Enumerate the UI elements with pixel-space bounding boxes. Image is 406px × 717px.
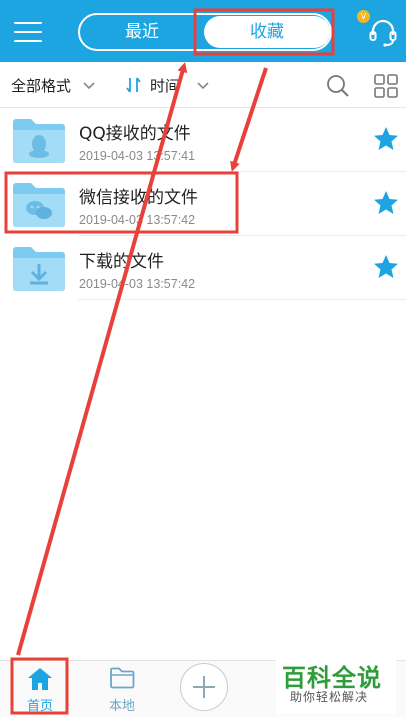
tab-recent[interactable]: 最近 — [80, 15, 204, 49]
file-date: 2019-04-03 13:57:42 — [79, 277, 196, 291]
folder-icon — [110, 667, 135, 689]
grid-view-icon[interactable] — [374, 74, 398, 98]
star-icon[interactable] — [372, 253, 400, 281]
add-button[interactable] — [180, 663, 228, 711]
download-folder-icon — [13, 247, 65, 291]
file-date: 2019-04-03 13:57:41 — [79, 149, 196, 163]
wechat-folder-icon — [13, 183, 65, 227]
qq-folder-icon — [13, 119, 65, 163]
tab-favorites[interactable]: 收藏 — [204, 16, 330, 48]
menu-icon[interactable] — [14, 22, 42, 42]
watermark: 百科全说 助你轻松解决 — [276, 656, 396, 714]
star-icon[interactable] — [372, 125, 400, 153]
chevron-down-icon — [197, 82, 209, 90]
watermark-subtitle: 助你轻松解决 — [290, 690, 369, 704]
file-date: 2019-04-03 13:57:42 — [79, 213, 196, 227]
list-item[interactable]: 微信接收的文件 2019-04-03 13:57:42 — [0, 172, 406, 236]
file-name: QQ接收的文件 — [79, 124, 191, 144]
search-icon[interactable] — [326, 74, 350, 98]
sort-icon[interactable] — [124, 75, 144, 95]
nav-home[interactable]: 首页 — [8, 661, 72, 717]
headset-icon[interactable] — [366, 16, 400, 50]
nav-home-label: 首页 — [26, 699, 53, 714]
format-filter[interactable]: 全部格式 — [11, 75, 71, 96]
plus-icon — [193, 676, 215, 698]
nav-local[interactable]: 本地 — [90, 661, 154, 717]
list-item[interactable]: QQ接收的文件 2019-04-03 13:57:41 — [0, 108, 406, 172]
sort-label[interactable]: 时间 — [150, 75, 180, 96]
nav-local-label: 本地 — [108, 699, 135, 714]
list-item[interactable]: 下载的文件 2019-04-03 13:57:42 — [0, 236, 406, 300]
file-name: 下载的文件 — [79, 252, 164, 272]
chevron-down-icon — [83, 82, 95, 90]
home-icon — [28, 668, 52, 690]
file-name: 微信接收的文件 — [79, 188, 198, 208]
app-header: 最近 收藏 V — [0, 0, 406, 62]
format-filter-label: 全部格式 — [11, 77, 72, 95]
tab-switcher: 最近 收藏 — [78, 13, 332, 51]
filter-bar: 全部格式 时间 — [0, 62, 406, 108]
star-icon[interactable] — [372, 189, 400, 217]
